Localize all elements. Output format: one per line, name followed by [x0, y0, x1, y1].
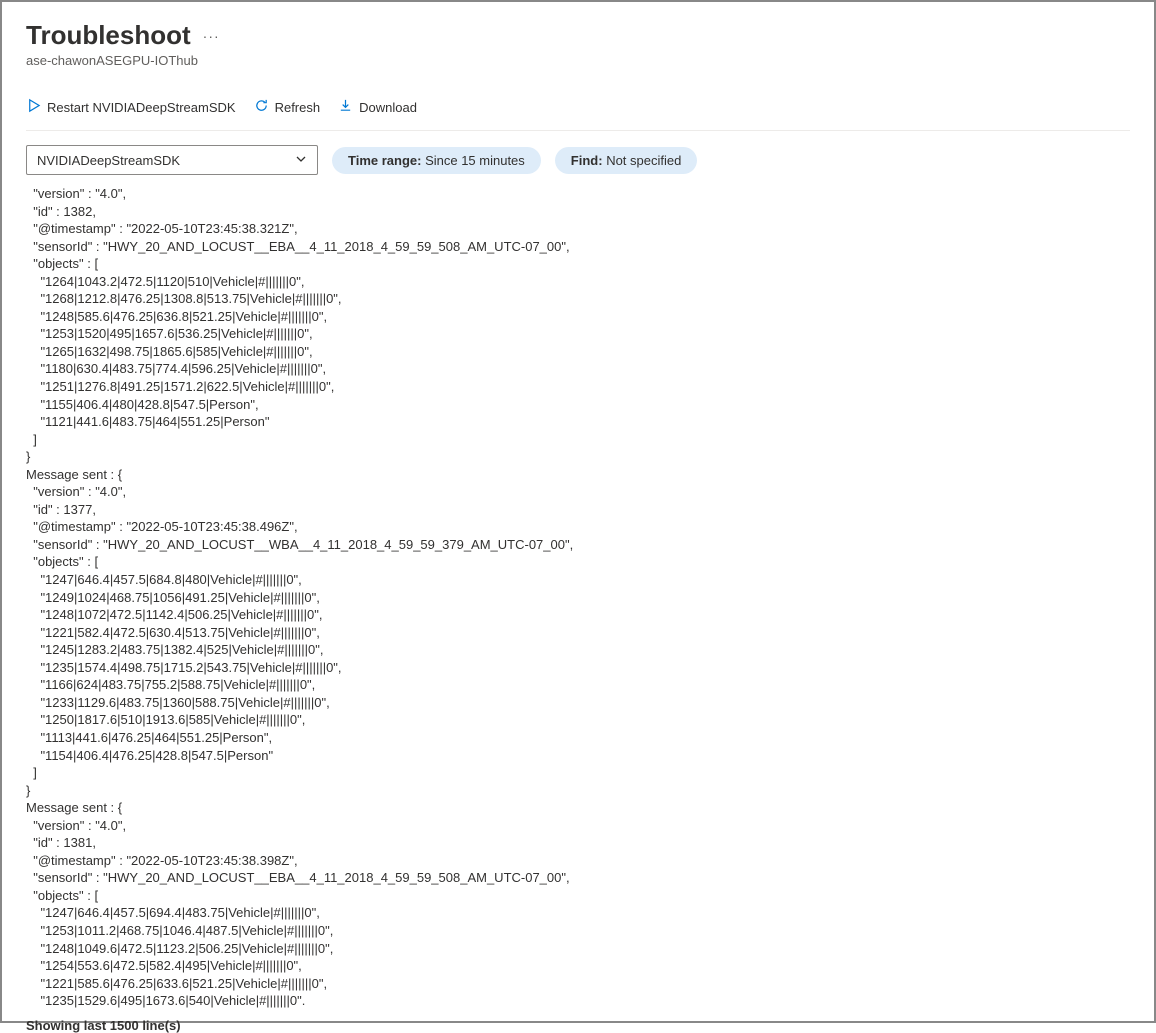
refresh-icon	[254, 98, 269, 116]
more-icon[interactable]: ···	[203, 28, 220, 44]
find-label: Find:	[571, 153, 606, 168]
download-button[interactable]: Download	[338, 96, 417, 118]
troubleshoot-page: Troubleshoot ··· ase-chawonASEGPU-IOThub…	[0, 0, 1156, 1023]
footer-status: Showing last 1500 line(s)	[26, 1018, 1130, 1033]
time-range-value: Since 15 minutes	[425, 153, 525, 168]
filter-row: NVIDIADeepStreamSDK Time range: Since 15…	[26, 145, 1130, 175]
refresh-label: Refresh	[275, 100, 321, 115]
time-range-pill[interactable]: Time range: Since 15 minutes	[332, 147, 541, 174]
download-label: Download	[359, 100, 417, 115]
refresh-button[interactable]: Refresh	[254, 96, 321, 118]
time-range-label: Time range:	[348, 153, 425, 168]
module-dropdown[interactable]: NVIDIADeepStreamSDK	[26, 145, 318, 175]
chevron-down-icon	[295, 153, 307, 168]
find-value: Not specified	[606, 153, 681, 168]
toolbar: Restart NVIDIADeepStreamSDK Refresh Down…	[26, 96, 1130, 131]
log-output: "version" : "4.0", "id" : 1382, "@timest…	[26, 185, 1130, 1010]
page-title: Troubleshoot	[26, 20, 191, 51]
restart-button[interactable]: Restart NVIDIADeepStreamSDK	[26, 96, 236, 118]
download-icon	[338, 98, 353, 116]
find-pill[interactable]: Find: Not specified	[555, 147, 698, 174]
dropdown-value: NVIDIADeepStreamSDK	[37, 153, 180, 168]
restart-label: Restart NVIDIADeepStreamSDK	[47, 100, 236, 115]
play-icon	[26, 98, 41, 116]
page-header: Troubleshoot ···	[26, 20, 1130, 51]
page-subtitle: ase-chawonASEGPU-IOThub	[26, 53, 1130, 68]
